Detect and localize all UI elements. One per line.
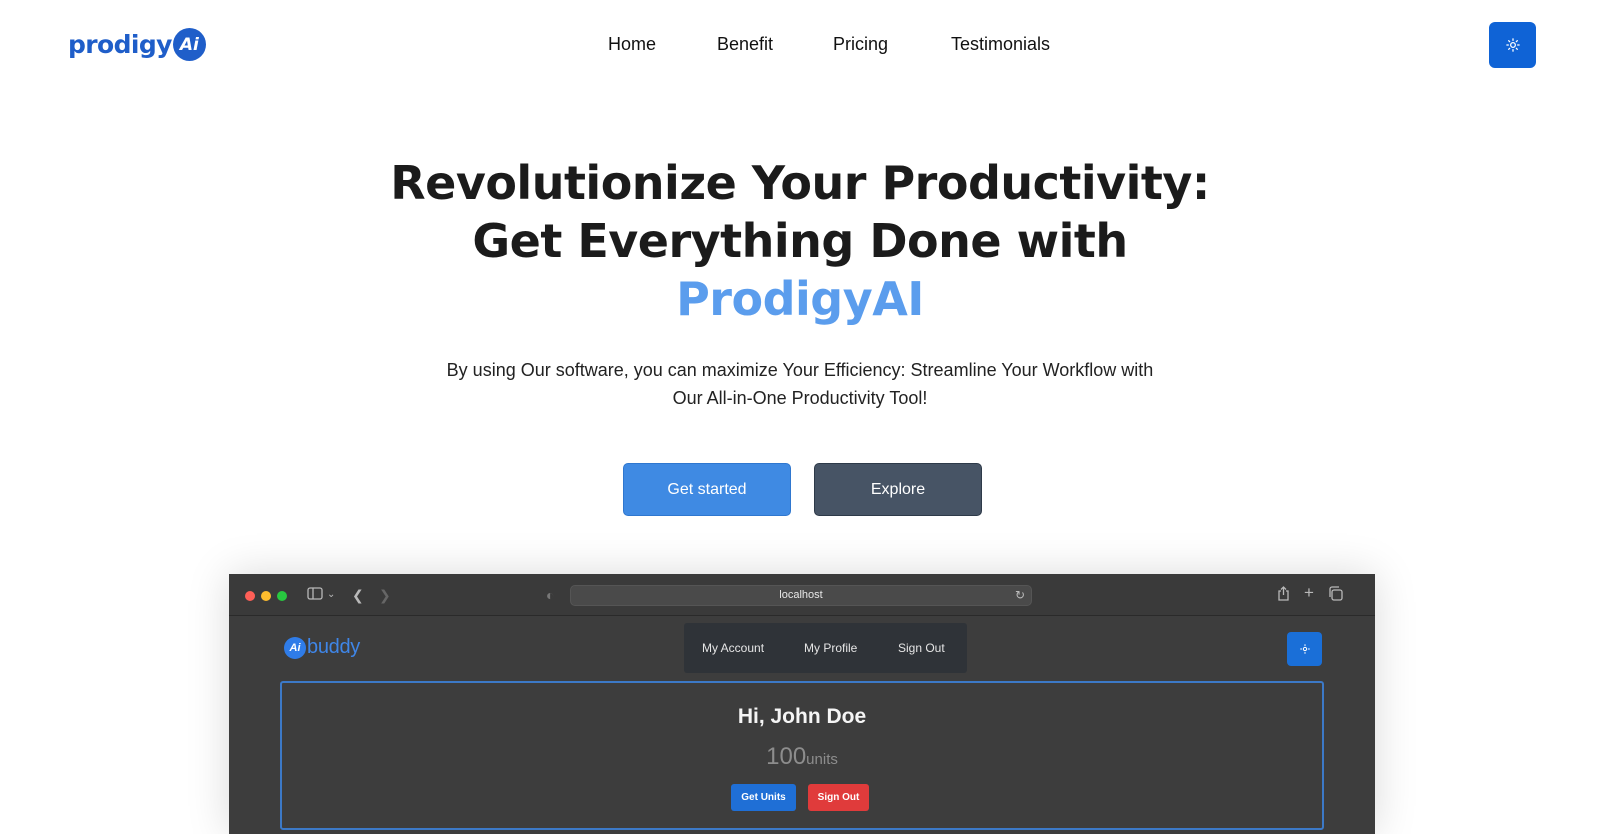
hero-title-line-2: Get Everything Done with	[472, 214, 1128, 268]
preview-nav: My Account My Profile Sign Out	[684, 623, 967, 673]
sun-icon	[1299, 644, 1310, 654]
top-navbar: prodigy Ai Home Benefit Pricing Testimon…	[0, 0, 1600, 90]
aibuddy-logo: Ai buddy	[284, 636, 360, 659]
window-close-dot	[245, 591, 255, 601]
app-preview-window: ⌄ ❮ ❯ ◐ localhost ↻ + Ai buddy My Accoun…	[229, 574, 1375, 834]
hero-title-brand: ProdigyAI	[676, 272, 924, 326]
card-sign-out-button: Sign Out	[808, 784, 869, 811]
preview-nav-sign-out: Sign Out	[898, 641, 945, 655]
get-started-button[interactable]: Get started	[623, 463, 791, 516]
preview-theme-button	[1287, 632, 1322, 666]
greeting-text: Hi, John Doe	[737, 705, 867, 728]
window-minimize-dot	[261, 591, 271, 601]
sidebar-toggle-icon	[307, 586, 323, 604]
browser-toolbar: ⌄ ❮ ❯ ◐ localhost ↻ +	[229, 574, 1375, 616]
sun-icon	[1505, 38, 1520, 52]
reload-icon: ↻	[1014, 588, 1025, 602]
hero-subtitle-line-2: Our All-in-One Productivity Tool!	[672, 388, 928, 408]
tabs-overview-icon	[1328, 586, 1343, 605]
chevron-down-icon: ⌄	[327, 589, 336, 600]
account-card: Hi, John Doe 100units Get Units Sign Out	[280, 681, 1324, 830]
back-arrow-icon: ❮	[352, 587, 364, 603]
hero-subtitle: By using Our software, you can maximize …	[400, 356, 1200, 412]
get-units-button: Get Units	[731, 784, 796, 811]
nav-home-link[interactable]: Home	[608, 34, 656, 55]
window-zoom-dot	[277, 591, 287, 601]
hero-title-line-1: Revolutionize Your Productivity:	[390, 156, 1210, 210]
explore-button[interactable]: Explore	[814, 463, 982, 516]
address-bar: localhost ↻	[570, 585, 1032, 606]
hero-subtitle-line-1: By using Our software, you can maximize …	[446, 360, 1154, 380]
nav-pricing-link[interactable]: Pricing	[833, 34, 888, 55]
preview-nav-my-account: My Account	[702, 641, 765, 655]
theme-toggle-button[interactable]	[1489, 22, 1536, 68]
nav-testimonials-link[interactable]: Testimonials	[951, 34, 1050, 55]
main-nav: Home Benefit Pricing Testimonials	[0, 34, 1600, 58]
units-label: units	[806, 751, 838, 768]
units-balance: 100units	[282, 743, 1322, 771]
aibuddy-logo-badge: Ai	[284, 636, 306, 659]
address-bar-url: localhost	[779, 589, 823, 601]
shield-icon: ◐	[546, 587, 555, 603]
new-tab-icon: +	[1304, 583, 1314, 602]
hero-title: Revolutionize Your Productivity: Get Eve…	[0, 154, 1600, 328]
preview-nav-my-profile: My Profile	[804, 641, 858, 655]
aibuddy-logo-wordmark: buddy	[307, 636, 360, 658]
forward-arrow-icon: ❯	[379, 587, 391, 603]
nav-benefit-link[interactable]: Benefit	[717, 34, 773, 55]
units-value: 100	[766, 743, 807, 770]
share-icon	[1277, 586, 1290, 605]
